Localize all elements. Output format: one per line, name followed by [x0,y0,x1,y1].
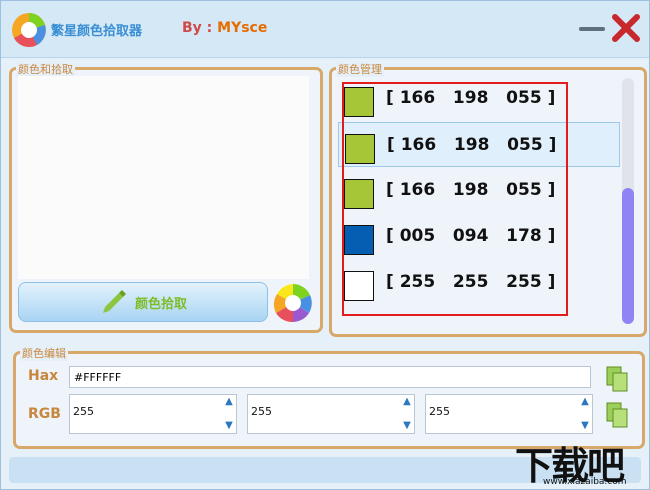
watermark-url: www.xiazaiba.com [543,477,627,487]
green-up-arrow-icon[interactable]: ▲ [402,397,412,407]
eyedropper-icon [103,290,126,313]
copy-rgb-icon[interactable] [606,402,628,428]
blue-down-arrow-icon[interactable]: ▼ [580,421,590,431]
highlight-frame [342,82,568,316]
red-spinbox[interactable]: 255 ▲ ▼ [69,394,237,434]
manage-group-title: 颜色管理 [336,61,384,77]
app-window: 繁星颜色拾取器 By : MYsce 颜色和拾取 颜色拾取 颜色管理 [166… [0,0,650,490]
title-bar[interactable]: 繁星颜色拾取器 By : MYsce [1,1,649,58]
author-byline: By : MYsce [182,20,267,36]
red-up-arrow-icon[interactable]: ▲ [224,397,234,407]
blue-value: 255 [429,405,450,418]
manage-group: 颜色管理 [ 166 198 055 ][ 166 198 055 ][ 166… [329,61,647,337]
app-logo-icon [12,13,46,47]
blue-spinbox[interactable]: 255 ▲ ▼ [425,394,593,434]
red-down-arrow-icon[interactable]: ▼ [224,421,234,431]
hex-input[interactable] [69,366,591,388]
byline-prefix: By : [182,20,218,36]
hex-label: Hax [28,368,59,384]
app-title: 繁星颜色拾取器 [51,24,143,39]
blue-up-arrow-icon[interactable]: ▲ [580,397,590,407]
pick-group-title: 颜色和拾取 [16,61,75,77]
red-value: 255 [73,405,94,418]
site-watermark: 下载吧 www.xiazaiba.com [513,435,649,489]
green-spinbox[interactable]: 255 ▲ ▼ [247,394,415,434]
green-value: 255 [251,405,272,418]
green-down-arrow-icon[interactable]: ▼ [402,421,412,431]
close-icon[interactable] [611,13,641,43]
color-wheel-icon[interactable] [273,283,313,323]
pick-group: 颜色和拾取 颜色拾取 [9,61,323,333]
minimize-button[interactable] [577,19,607,39]
copy-hex-icon[interactable] [606,366,628,392]
pick-button-label: 颜色拾取 [135,297,188,312]
scrollbar-thumb[interactable] [622,188,634,324]
color-preview-area [18,76,309,279]
byline-author: MYsce [217,20,268,36]
edit-group-title: 颜色编辑 [20,345,68,361]
pick-color-button[interactable]: 颜色拾取 [18,282,268,322]
rgb-label: RGB [28,406,61,422]
